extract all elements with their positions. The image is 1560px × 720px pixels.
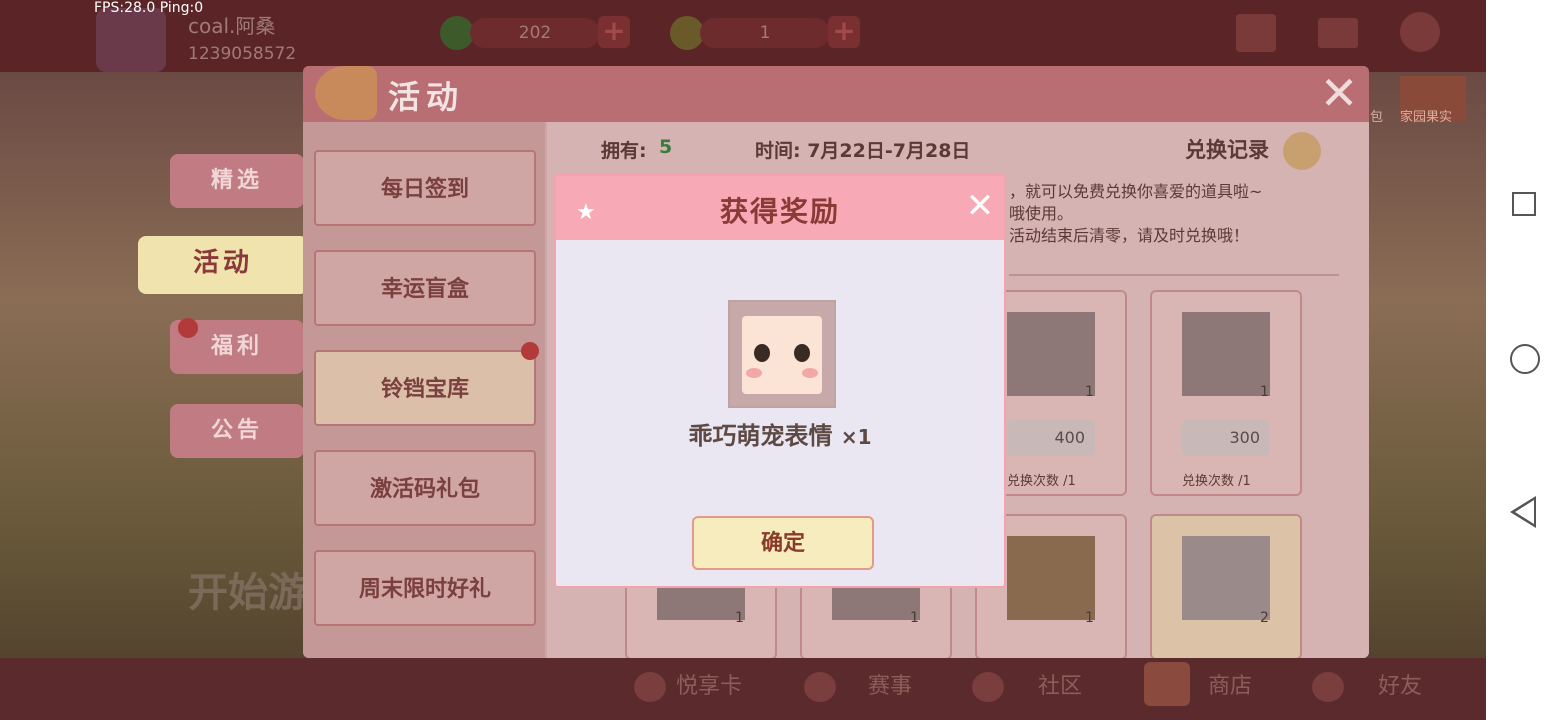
divider <box>1009 274 1339 276</box>
eye-right <box>794 344 810 362</box>
reward-item-image <box>728 300 836 408</box>
panel-title: 活动 <box>388 78 465 116</box>
activity-menu: 每日签到 幸运盲盒 铃铛宝库 激活码礼包 周末限时好礼 <box>303 122 545 658</box>
confirm-button[interactable]: 确定 <box>692 516 874 570</box>
nav-friends[interactable]: 好友 <box>1378 668 1422 700</box>
gem-count: 202 <box>470 18 600 48</box>
add-coins-button[interactable]: + <box>828 16 860 48</box>
system-nav-bar <box>1486 0 1560 720</box>
item-count: 1 <box>735 610 744 626</box>
description-line-3: 活动结束后清零，请及时兑换哦！ <box>1009 226 1250 245</box>
nav-joy-card[interactable]: 悦享卡 <box>676 668 742 700</box>
community-icon <box>972 672 1004 702</box>
shop-cart-icon <box>1144 662 1190 706</box>
player-id: 1239058572 <box>188 44 297 64</box>
item-count: 1 <box>1085 610 1094 626</box>
top-bar: coal.阿桑 1239058572 202 + 1 + <box>0 0 1486 72</box>
coin-icon <box>670 16 704 50</box>
exchange-record-link[interactable]: 兑换记录 <box>1185 134 1269 164</box>
notification-dot <box>178 318 198 338</box>
exchange-limit: 兑换次数 /1 <box>1182 474 1251 489</box>
time-range: 时间: 7月22日-7月28日 <box>755 140 971 162</box>
price-button[interactable]: 400 <box>1007 420 1095 456</box>
start-game-text: 开始游 <box>188 570 308 616</box>
bottom-nav-card-icon <box>634 672 666 702</box>
item-count: 1 <box>1260 384 1269 400</box>
nav-events[interactable]: 赛事 <box>868 668 912 700</box>
item-count: 1 <box>910 610 919 626</box>
panel-header: 活动 ✕ <box>303 66 1369 122</box>
back-icon-inner <box>1515 500 1534 524</box>
blush-right <box>802 368 818 378</box>
dialog-title: 获得奖励 <box>719 195 840 228</box>
shop-card-stockings[interactable]: 1 300 兑换次数 /1 <box>1150 290 1302 496</box>
owned-label: 拥有: <box>601 140 647 162</box>
price-button[interactable]: 300 <box>1182 420 1270 456</box>
recent-apps-icon[interactable] <box>1512 192 1536 216</box>
avatar[interactable] <box>96 8 166 72</box>
add-gems-button[interactable]: + <box>598 16 630 48</box>
item-count: 1 <box>1085 384 1094 400</box>
shop-card-elephant[interactable]: 2 <box>1150 514 1302 658</box>
exchange-limit: 兑换次数 /1 <box>1007 474 1076 489</box>
bottom-nav <box>0 658 1486 720</box>
tab-activity[interactable]: 活动 <box>138 236 308 294</box>
coin-count: 1 <box>700 18 830 48</box>
megaphone-icon <box>315 66 377 120</box>
home-fruit-label: 家园果实 <box>1400 110 1453 125</box>
close-icon[interactable]: ✕ <box>962 188 998 224</box>
description-line-1: ，就可以免费兑换你喜爱的道具啦~ <box>1009 182 1263 201</box>
blush-left <box>746 368 762 378</box>
tab-featured[interactable]: 精选 <box>170 154 304 208</box>
item-image <box>1007 536 1095 620</box>
notification-dot <box>521 342 539 360</box>
trophy-icon <box>804 672 836 702</box>
menu-lucky-box[interactable]: 幸运盲盒 <box>314 250 536 326</box>
item-image <box>1182 312 1270 396</box>
menu-daily-checkin[interactable]: 每日签到 <box>314 150 536 226</box>
gem-icon <box>440 16 474 50</box>
description-line-2: 哦使用。 <box>1009 204 1074 223</box>
item-count: 2 <box>1260 610 1269 626</box>
owned-value: 5 <box>659 136 673 158</box>
item-image <box>1182 536 1270 620</box>
nav-shop[interactable]: 商店 <box>1208 668 1252 700</box>
item-quantity: ×1 <box>840 425 872 449</box>
eye-left <box>754 344 770 362</box>
menu-activation-code[interactable]: 激活码礼包 <box>314 450 536 526</box>
gear-icon[interactable] <box>1400 12 1440 52</box>
close-icon[interactable]: ✕ <box>1313 68 1365 120</box>
pack-label: 包 <box>1370 110 1384 125</box>
reward-item-name: 乖巧萌宠表情 ×1 <box>556 416 1004 451</box>
list-icon[interactable] <box>1283 132 1321 170</box>
debug-overlay: FPS:28.0 Ping:0 <box>94 0 204 16</box>
item-image <box>1007 312 1095 396</box>
reward-dialog: ★ 获得奖励 ✕ 乖巧萌宠表情 ×1 确定 <box>554 174 1006 588</box>
menu-weekend-gift[interactable]: 周末限时好礼 <box>314 550 536 626</box>
item-name-text: 乖巧萌宠表情 <box>688 422 833 450</box>
nav-community[interactable]: 社区 <box>1038 668 1082 700</box>
mail-icon[interactable] <box>1318 18 1358 48</box>
home-icon[interactable] <box>1510 344 1540 374</box>
friends-icon <box>1312 672 1344 702</box>
menu-bell-treasury[interactable]: 铃铛宝库 <box>314 350 536 426</box>
tab-announcement[interactable]: 公告 <box>170 404 304 458</box>
pet-face-icon <box>742 316 822 394</box>
gift-icon[interactable] <box>1236 14 1276 52</box>
dialog-header: ★ 获得奖励 ✕ <box>556 176 1004 240</box>
